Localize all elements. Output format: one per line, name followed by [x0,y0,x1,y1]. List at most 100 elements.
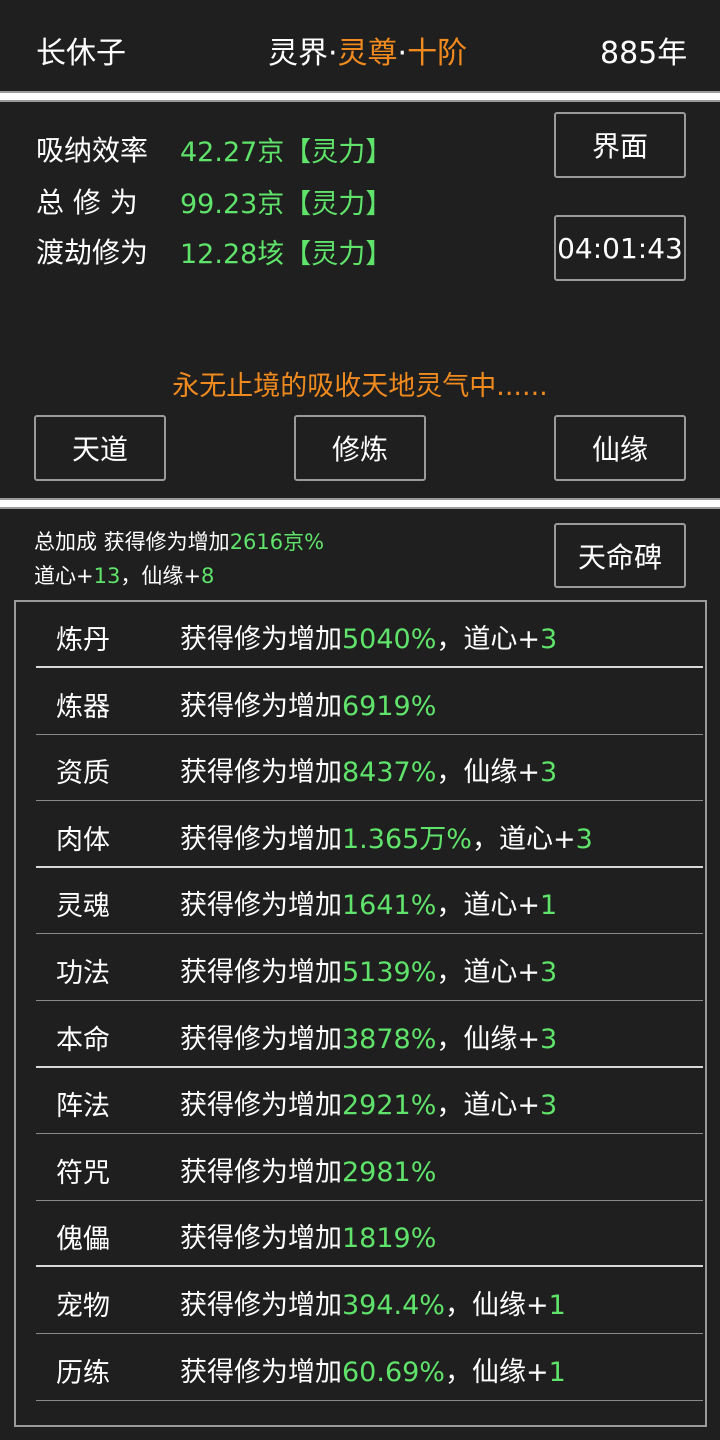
list-item-desc: 获得修为增加5139%，道心+3 [180,950,557,989]
list-item-prefix: 获得修为增加 [180,823,342,855]
total-bonus-label: 总加成 获得修为增加 [34,530,230,554]
xianyuan-label: ，仙缘+ [120,564,201,588]
stat-label-total-cultivation: 总 修 为 [36,186,138,219]
list-item-prefix: 获得修为增加 [180,1223,342,1255]
stat-label-tribulation: 渡劫修为 [36,236,149,269]
list-item-name: 历练 [56,1357,110,1389]
list-item-value: 1819% [342,1223,437,1255]
list-item-extra-label: ，道心+ [436,1090,540,1122]
total-bonus-value: 2616京% [229,530,325,554]
list-item-value: 60.69% [342,1356,445,1388]
list-item-extra-value: 3 [540,957,558,988]
list-item-name: 傀儡 [56,1224,110,1256]
list-item-desc: 获得修为增加1819% [180,1216,436,1255]
list-item-extra-value: 1 [548,1356,566,1388]
timer-button[interactable]: 04:01:43 [554,215,686,281]
list-item-value: 1641% [342,890,437,922]
list-item-prefix: 获得修为增加 [180,1290,342,1321]
list-item-extra-label: ，仙缘+ [436,757,540,789]
list-item-desc: 获得修为增加8437%，仙缘+3 [180,750,557,789]
list-item-name: 符咒 [56,1157,110,1189]
list-item-prefix: 获得修为增加 [180,624,342,655]
list-item-extra-label: ，仙缘+ [444,1290,549,1321]
list-item: 傀儡 获得修为增加1819% [36,1201,703,1268]
list-item-name: 资质 [56,758,110,790]
list-item-name: 炼丹 [56,625,110,656]
list-item-extra-value: 3 [575,823,593,855]
list-item-value: 2981% [342,1156,437,1188]
list-item: 本命 获得修为增加3878%，仙缘+3 [36,1002,703,1068]
list-item-desc: 获得修为增加394.4%，仙缘+1 [180,1283,566,1322]
list-item-extra-label: ，道心+ [471,823,576,855]
tiandao-button[interactable]: 天道 [34,415,166,481]
list-item-extra-label: ，道心+ [436,957,540,988]
list-item-value: 5040% [342,624,437,655]
list-item: 炼丹 获得修为增加5040%，道心+3 [36,602,703,668]
list-item-prefix: 获得修为增加 [180,1356,342,1388]
year-display: 885年 [600,36,688,71]
list-item: 历练 获得修为增加60.69%，仙缘+1 [36,1335,703,1401]
list-item-value: 3878% [342,1023,437,1055]
xianyuan-value: 8 [200,564,215,588]
list-item-desc: 获得修为增加2981% [180,1150,436,1189]
stat-value-absorb-rate: 42.27京【灵力】 [180,137,393,168]
interface-button[interactable]: 界面 [554,112,686,178]
list-item-prefix: 获得修为增加 [180,1023,342,1055]
realm-rank: 灵尊 [337,36,398,71]
list-item-extra-label: ，仙缘+ [444,1356,549,1388]
list-item: 炼器 获得修为增加6919% [36,669,703,735]
list-item-extra-value: 3 [540,1023,558,1055]
list-item-value: 2921% [342,1090,437,1122]
xiulian-button[interactable]: 修炼 [294,415,426,481]
list-item: 符咒 获得修为增加2981% [36,1135,703,1201]
list-item-name: 宠物 [56,1291,110,1322]
list-item: 宠物 获得修为增加394.4%，仙缘+1 [36,1268,703,1334]
list-item-prefix: 获得修为增加 [180,690,342,722]
bonus-list: 炼丹 获得修为增加5040%，道心+3 炼器 获得修为增加6919% 资质 获得修为增加8… [14,600,707,1427]
list-item-desc: 获得修为增加6919% [180,684,436,723]
list-item-extra-label: ，道心+ [436,890,540,922]
list-item-extra-value: 1 [548,1290,566,1321]
list-item-extra-value: 3 [540,757,558,789]
list-item-extra-value: 3 [540,1090,558,1122]
realm-prefix: 灵界 [268,36,328,71]
list-item-prefix: 获得修为增加 [180,1156,342,1188]
list-item-name: 炼器 [56,691,110,723]
list-item-extra-value: 1 [540,890,558,922]
list-item-name: 阵法 [56,1091,110,1123]
list-item-extra-label: ，仙缘+ [436,1023,540,1055]
list-item-extra-value: 3 [540,624,558,655]
realm-separator-1: · [328,36,338,71]
list-item-name: 本命 [56,1024,110,1056]
list-item-desc: 获得修为增加60.69%，仙缘+1 [180,1350,566,1389]
list-item-value: 8437% [342,757,437,789]
player-name: 长休子 [36,36,126,71]
list-item: 功法 获得修为增加5139%，道心+3 [36,935,703,1001]
realm-separator-2: · [397,36,408,71]
list-item-prefix: 获得修为增加 [180,1090,342,1122]
list-item-name: 肉体 [56,824,110,856]
list-item: 阵法 获得修为增加2921%，道心+3 [36,1068,703,1135]
list-item: 资质 获得修为增加8437%，仙缘+3 [36,735,703,802]
list-item-prefix: 获得修为增加 [180,957,342,988]
list-item-desc: 获得修为增加1641%，道心+1 [180,883,557,922]
stat-value-tribulation: 12.28垓【灵力】 [180,239,393,270]
cultivation-panel: 吸纳效率 42.27京【灵力】 总 修 为 99.23京【灵力】 渡劫修为 12… [0,100,720,500]
list-item-prefix: 获得修为增加 [180,890,342,922]
list-item-value: 394.4% [342,1290,445,1321]
list-item-desc: 获得修为增加2921%，道心+3 [180,1083,557,1122]
tianmingbei-button[interactable]: 天命碑 [554,523,686,588]
list-item-desc: 获得修为增加3878%，仙缘+3 [180,1017,557,1056]
list-item-desc: 获得修为增加5040%，道心+3 [180,617,557,656]
list-item-value: 6919% [342,690,437,722]
list-item-extra-label: ，道心+ [436,624,540,655]
header-bar: 长休子 灵界·灵尊·十阶 885年 [0,0,720,93]
xianyuan-button[interactable]: 仙缘 [554,415,686,481]
stat-label-absorb-rate: 吸纳效率 [36,134,149,167]
list-item-prefix: 获得修为增加 [180,757,342,789]
list-item-value: 1.365万% [342,823,472,855]
list-item-value: 5139% [342,957,437,988]
stat-value-total-cultivation: 99.23京【灵力】 [180,189,393,220]
status-message: 永无止境的吸收天地灵气中...... [172,371,548,402]
daoxin-label: 道心+ [34,564,94,588]
